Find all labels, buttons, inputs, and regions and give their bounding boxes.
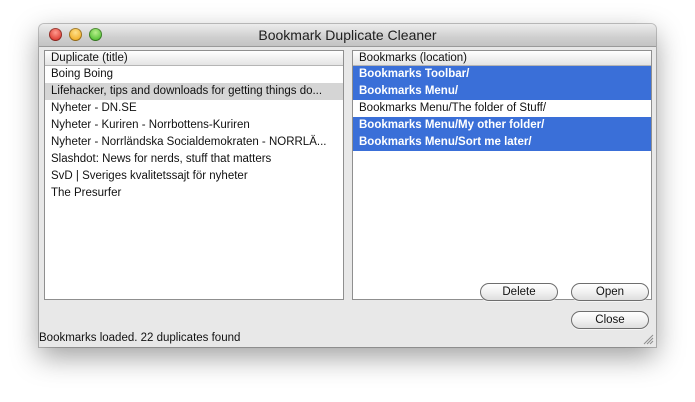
delete-button[interactable]: Delete — [480, 283, 558, 301]
duplicate-row[interactable]: Nyheter - Norrländska Socialdemokraten -… — [45, 134, 343, 151]
duplicate-row[interactable]: Lifehacker, tips and downloads for getti… — [45, 83, 343, 100]
close-button[interactable]: Close — [571, 311, 649, 329]
location-row[interactable]: Bookmarks Toolbar/ — [353, 66, 651, 83]
locations-column-header[interactable]: Bookmarks (location) — [353, 51, 651, 66]
duplicate-row[interactable]: SvD | Sveriges kvalitetssajt för nyheter — [45, 168, 343, 185]
duplicates-column-header[interactable]: Duplicate (title) — [45, 51, 343, 66]
location-row[interactable]: Bookmarks Menu/The folder of Stuff/ — [353, 100, 651, 117]
open-button[interactable]: Open — [571, 283, 649, 301]
duplicate-row[interactable]: Slashdot: News for nerds, stuff that mat… — [45, 151, 343, 168]
duplicate-row[interactable]: The Presurfer — [45, 185, 343, 202]
window-title: Bookmark Duplicate Cleaner — [258, 27, 437, 43]
app-window: Bookmark Duplicate Cleaner Duplicate (ti… — [39, 24, 656, 347]
location-row[interactable]: Bookmarks Menu/ — [353, 83, 651, 100]
bookmark-locations-list[interactable]: Bookmarks (location) Bookmarks Toolbar/ … — [352, 50, 652, 300]
duplicates-list[interactable]: Duplicate (title) Boing Boing Lifehacker… — [44, 50, 344, 300]
duplicate-row[interactable]: Nyheter - Kuriren - Norrbottens-Kuriren — [45, 117, 343, 134]
duplicate-row[interactable]: Boing Boing — [45, 66, 343, 83]
location-row[interactable]: Bookmarks Menu/My other folder/ — [353, 117, 651, 134]
location-row[interactable]: Bookmarks Menu/Sort me later/ — [353, 134, 651, 151]
title-bar[interactable]: Bookmark Duplicate Cleaner — [39, 24, 656, 47]
status-text: Bookmarks loaded. 22 duplicates found — [39, 332, 241, 344]
duplicate-row[interactable]: Nyheter - DN.SE — [45, 100, 343, 117]
resize-grip-icon[interactable] — [643, 334, 654, 345]
